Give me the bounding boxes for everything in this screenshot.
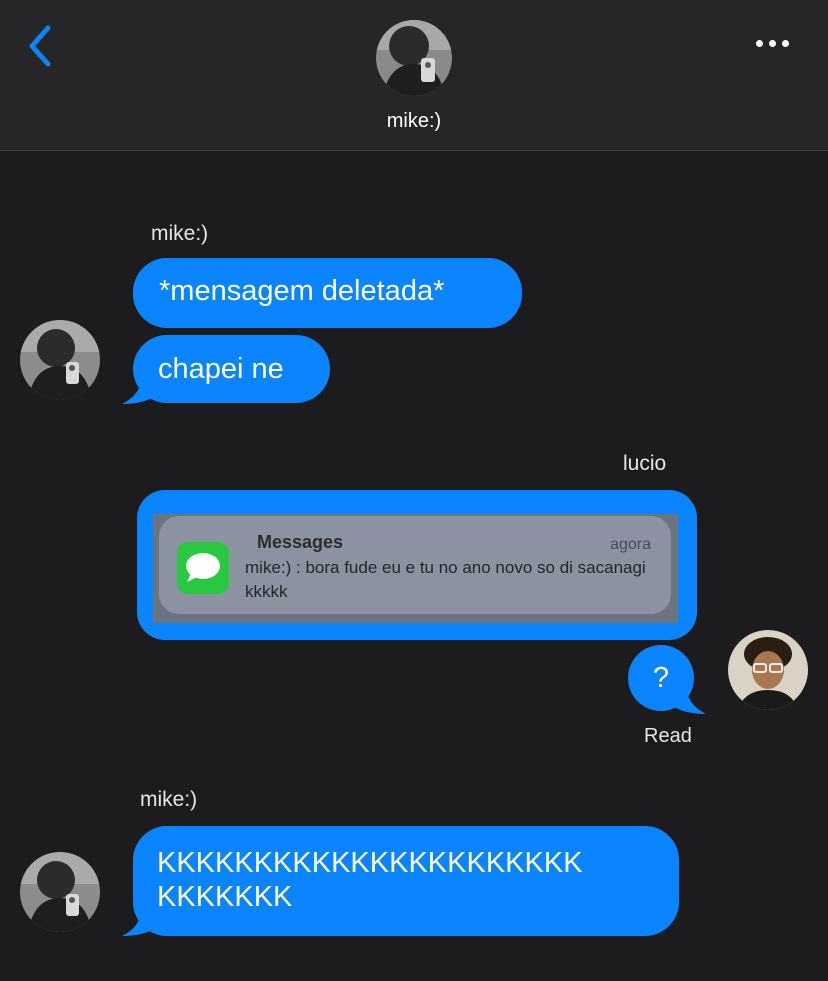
chevron-left-icon — [29, 25, 51, 67]
message-text: *mensagem deletada* — [159, 275, 445, 307]
conversation-header: mike:) — [0, 0, 828, 151]
sender-avatar[interactable] — [728, 630, 808, 710]
back-button[interactable] — [22, 24, 62, 68]
message-text: chapei ne — [158, 353, 284, 385]
sender-avatar[interactable] — [20, 320, 100, 400]
ellipsis-icon — [755, 39, 763, 47]
bubble-tail — [122, 374, 158, 404]
notification-body: mike:) : bora fude eu e tu no ano novo s… — [245, 558, 646, 601]
notification-card: Messages agora mike:) : bora fude eu e t… — [159, 516, 671, 614]
sender-name: mike:) — [140, 788, 198, 811]
image-message[interactable]: Messages agora mike:) : bora fude eu e t… — [137, 490, 697, 640]
notification-screenshot: Messages agora mike:) : bora fude eu e t… — [153, 514, 678, 623]
messages-app-icon — [177, 542, 229, 594]
notification-time: agora — [610, 536, 651, 553]
message-bubble[interactable]: *mensagem deletada* — [133, 258, 522, 328]
message-text: KKKKKKKKKKKKKKKKKKKKKK KKKKKKK — [157, 847, 583, 913]
sender-avatar[interactable] — [20, 852, 100, 932]
sender-name: lucio — [623, 452, 667, 475]
bubble-tail — [122, 906, 158, 936]
contact-name[interactable]: mike:) — [0, 110, 828, 133]
more-options-button[interactable] — [752, 36, 792, 50]
read-receipt: Read — [644, 725, 692, 747]
message-bubble[interactable]: KKKKKKKKKKKKKKKKKKKKKK KKKKKKK — [133, 826, 679, 936]
bubble-tail — [670, 684, 706, 714]
message-bubble[interactable]: chapei ne — [133, 335, 330, 403]
message-text: ? — [652, 662, 670, 694]
notification-app-name: Messages — [257, 532, 344, 552]
sender-name: mike:) — [151, 222, 209, 245]
contact-avatar[interactable] — [369, 20, 459, 96]
